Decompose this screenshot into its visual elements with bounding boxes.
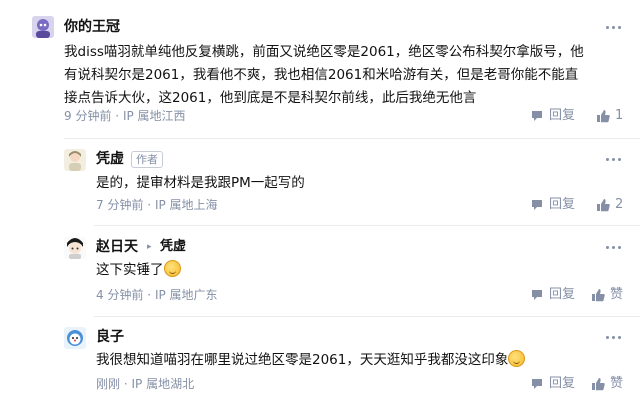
reply-icon [532,111,542,121]
meta-separator: · [147,198,152,212]
reply-label: 回复 [549,108,576,123]
comment-text-line: 有说科契尔是2061，我看他不爽，我也相信2061和米哈游有关，但是老哥你能不能… [64,67,579,83]
like-button[interactable]: 赞 [591,376,623,392]
comment-text: 我很想知道喵羽在哪里说过绝区零是2061，天天逛知乎我都没这印象 [96,349,636,372]
more-options-icon[interactable] [606,154,626,164]
more-options-icon[interactable] [606,332,626,342]
comment-time: 刚刚 [96,377,121,391]
meta-separator: · [115,109,120,123]
like-button[interactable]: 赞 [591,287,623,303]
avatar[interactable] [64,327,86,349]
like-count: 2 [615,197,624,212]
comment-ip-location: IP 属地上海 [154,198,218,212]
comment-divider [64,138,640,139]
comment-text-line: 接点告诉大伙，这2061，他到底是不是科契尔前线，此后我绝无他言 [64,90,477,106]
comment-item: 凭虚 作者 是的，提审材料是我跟PM一起写的 7 分钟前 · IP 属地上海 回… [0,140,640,225]
thumbs-up-icon [592,289,605,302]
comment-text-line: 这下实锤了 [96,262,164,278]
meta-separator: · [147,288,152,302]
reply-label: 回复 [549,376,576,391]
comment-meta: 9 分钟前 · IP 属地江西 [64,108,186,124]
avatar[interactable] [64,237,86,259]
like-label: 赞 [610,376,624,391]
reply-icon [532,200,542,210]
comment-meta: 4 分钟前 · IP 属地广东 [96,287,218,303]
reply-button[interactable]: 回复 [530,376,575,392]
like-label: 赞 [610,287,624,302]
comment-time: 7 分钟前 [96,198,144,212]
reply-label: 回复 [549,197,576,212]
reply-button[interactable]: 回复 [530,108,575,124]
comment-item: 良子 我很想知道喵羽在哪里说过绝区零是2061，天天逛知乎我都没这印象 刚刚 ·… [0,317,640,404]
meta-separator: · [123,377,128,391]
like-button[interactable]: 2 [596,197,623,213]
avatar[interactable] [64,149,86,171]
like-button[interactable]: 1 [596,108,623,124]
comment-meta: 刚刚 · IP 属地湖北 [96,376,194,392]
reply-icon [532,379,542,389]
comment-text-line: 是的，提审材料是我跟PM一起写的 [96,175,305,191]
more-options-icon[interactable] [606,22,626,32]
like-count: 1 [615,108,624,123]
thinking-emoji-icon [508,350,526,367]
more-options-icon[interactable] [606,242,626,252]
comment-text-line: 我很想知道喵羽在哪里说过绝区零是2061，天天逛知乎我都没这印象 [96,352,509,368]
comment-text: 是的，提审材料是我跟PM一起写的 [96,172,626,195]
reply-arrow-icon: ▸ [147,242,152,252]
reply-icon [532,290,542,300]
comment-ip-location: IP 属地湖北 [131,377,195,391]
reply-button[interactable]: 回复 [530,197,575,213]
comment-author-name[interactable]: 你的王冠 [64,18,120,36]
comment-item: 赵日天 ▸ 凭虚 这下实锤了 4 分钟前 · IP 属地广东 回复 赞 [0,226,640,316]
author-badge: 作者 [131,151,163,168]
comment-ip-location: IP 属地江西 [122,109,186,123]
comment-author-name[interactable]: 良子 [96,328,124,346]
comment-text: 我diss喵羽就单纯他反复横跳，前面又说绝区零是2061，绝区零公布科契尔拿版号… [64,41,634,110]
comment-meta: 7 分钟前 · IP 属地上海 [96,197,218,213]
thumbs-up-icon [592,378,605,391]
thumbs-up-icon [597,110,610,123]
comment-time: 4 分钟前 [96,288,144,302]
comment-author-name[interactable]: 凭虚 [96,150,124,168]
thumbs-up-icon [597,199,610,212]
reply-button[interactable]: 回复 [530,287,575,303]
smirk-emoji-icon [163,260,181,277]
comment-item: 你的王冠 我diss喵羽就单纯他反复横跳，前面又说绝区零是2061，绝区零公布科… [0,0,640,140]
comment-author-name[interactable]: 赵日天 [96,238,138,256]
avatar[interactable] [32,16,54,38]
comment-time: 9 分钟前 [64,109,112,123]
comment-text: 这下实锤了 [96,259,626,282]
comment-text-line: 我diss喵羽就单纯他反复横跳，前面又说绝区零是2061，绝区零公布科契尔拿版号… [64,44,584,60]
reply-label: 回复 [549,287,576,302]
reply-target-name[interactable]: 凭虚 [160,238,186,256]
comment-ip-location: IP 属地广东 [154,288,218,302]
